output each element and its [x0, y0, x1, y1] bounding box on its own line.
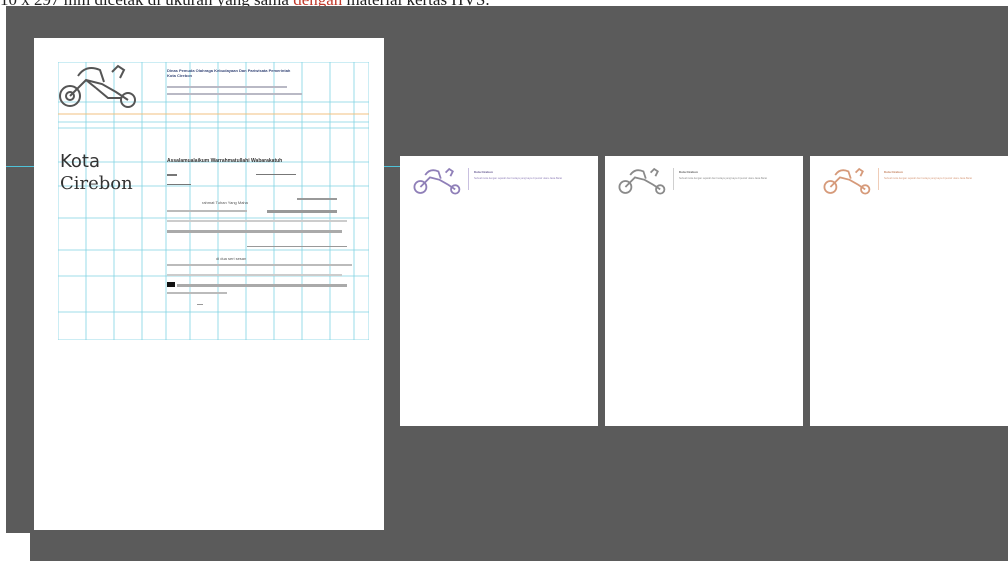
body-line — [167, 174, 177, 176]
greeting-text: Assalamualaikum Warrahmatullahi Wabaraka… — [167, 158, 283, 164]
thumb-title: Kota Cirebon — [884, 170, 903, 174]
body-line — [167, 184, 191, 185]
thumb-body: Sebuah kota dengan sejarah dan budaya ya… — [679, 177, 767, 180]
separator — [878, 168, 879, 190]
thumb-title: Kota Cirebon — [474, 170, 493, 174]
thumb-body: Sebuah kota dengan sejarah dan budaya ya… — [474, 177, 562, 180]
text-block — [167, 264, 352, 314]
becak-logo-icon — [823, 167, 871, 195]
becak-logo-icon — [59, 64, 136, 108]
thumb-body: Sebuah kota dengan sejarah dan budaya ya… — [884, 177, 972, 180]
separator — [468, 168, 469, 190]
design-canvas-bottom — [30, 533, 1008, 561]
body-line — [256, 174, 296, 175]
letterhead-variant-peach[interactable]: Kota Cirebon Sebuah kota dengan sejarah … — [810, 156, 1008, 426]
separator — [673, 168, 674, 190]
text-block — [167, 198, 347, 238]
letterhead-main-page[interactable]: Dinas Pemuda Olahraga Kebudayaan Dan Par… — [34, 38, 384, 530]
paragraph-line: di dua seri sesan — [216, 256, 247, 261]
becak-logo-icon — [413, 167, 461, 195]
organization-name: Dinas Pemuda Olahraga Kebudayaan Dan Par… — [167, 68, 291, 78]
letterhead-variant-purple[interactable]: Kota Cirebon Sebuah kota dengan sejarah … — [400, 156, 598, 426]
text-block — [167, 244, 347, 254]
cirebon-label: Cirebon — [60, 173, 133, 194]
thumb-title: Kota Cirebon — [679, 170, 698, 174]
becak-logo-icon — [618, 167, 666, 195]
letterhead-variant-gray[interactable]: Kota Cirebon Sebuah kota dengan sejarah … — [605, 156, 803, 426]
kota-label: Kota — [60, 151, 101, 172]
